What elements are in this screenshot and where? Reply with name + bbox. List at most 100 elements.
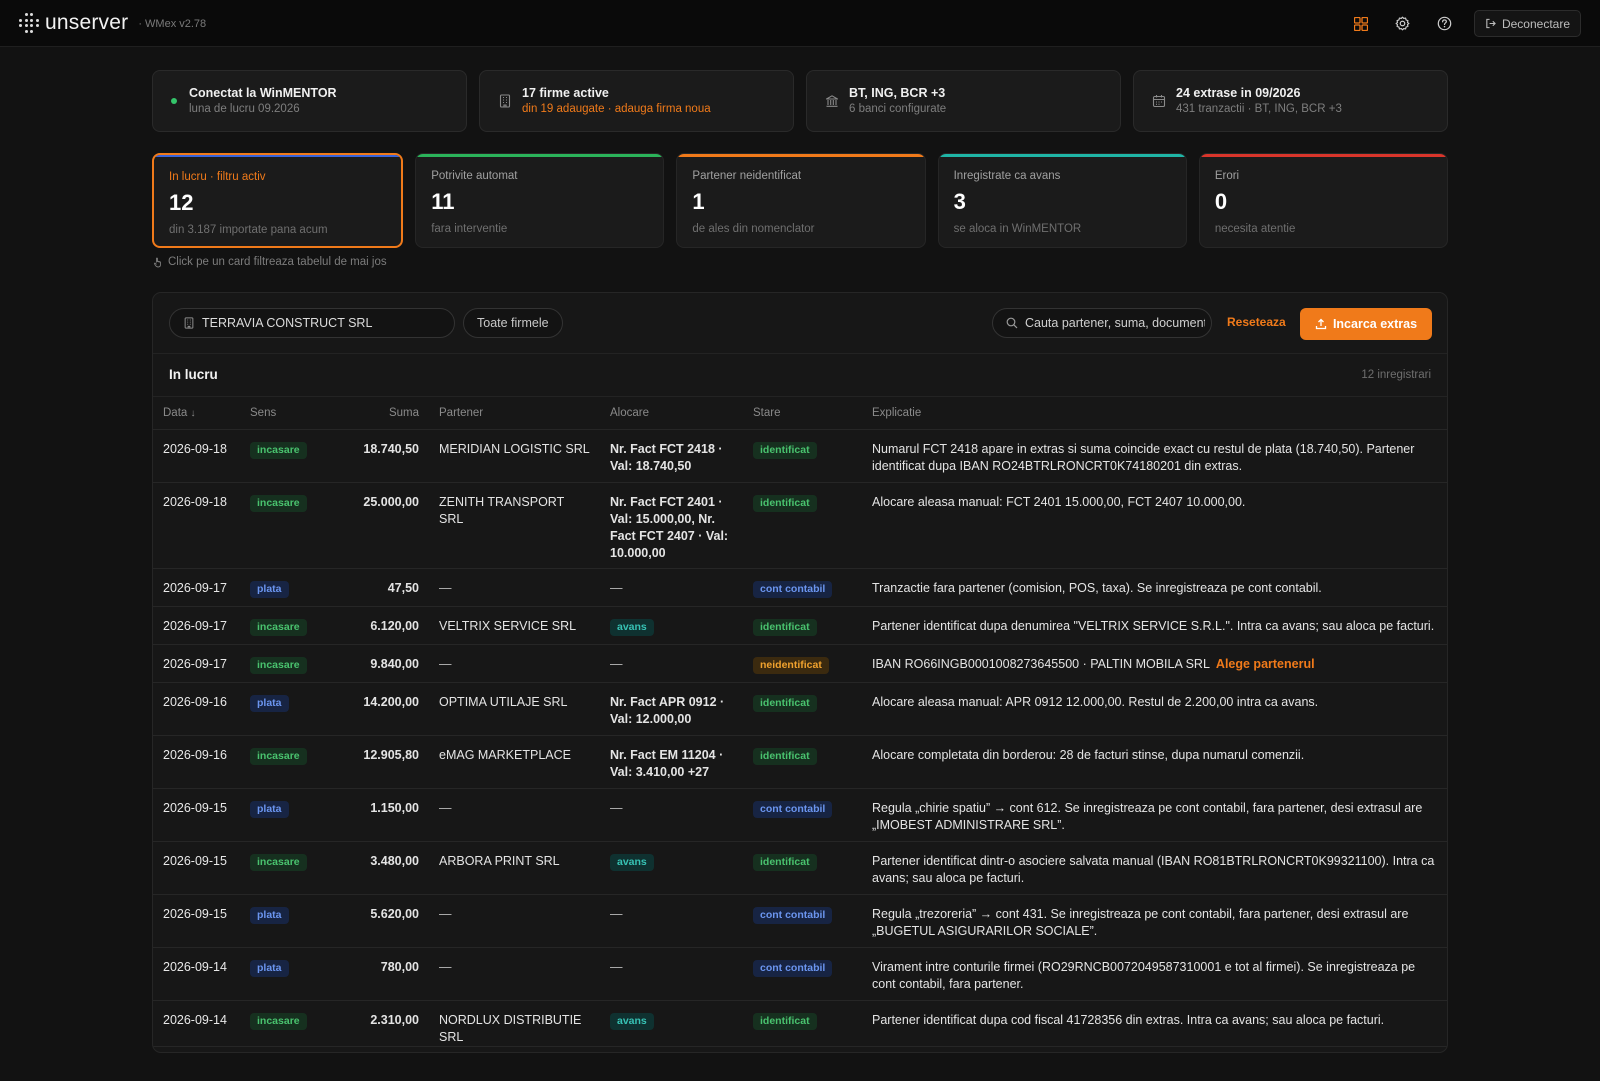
table-row[interactable]: 2026-09-17 incasare 6.120,00 VELTRIX SERVIC… xyxy=(153,606,1447,645)
cell-direction: plata xyxy=(240,568,328,607)
card-accent-bar xyxy=(1199,154,1448,157)
metric-sub: fara interventie xyxy=(431,223,508,235)
table-row[interactable]: 2026-09-16 plata 14.200,00 OPTIMA UTILAJE S… xyxy=(153,682,1447,736)
direction-badge: incasare xyxy=(250,656,307,674)
table-row[interactable]: 2026-09-16 incasare 12.905,80 eMAG MARKETPL… xyxy=(153,735,1447,789)
status-card-statements[interactable]: 24 extrase in 09/2026 431 tranzactii · B… xyxy=(1133,70,1448,132)
cell-partner: — xyxy=(429,788,600,842)
add-firm-link[interactable]: din 19 adaugate · adauga firma noua xyxy=(522,101,711,117)
cell-allocation: — xyxy=(600,894,743,948)
cell-amount: 9.840,00 xyxy=(328,644,429,683)
cell-amount: 6.120,00 xyxy=(328,606,429,645)
table-row[interactable]: 2026-09-17 plata 47,50— — cont contabil Tranz… xyxy=(153,568,1447,607)
cell-allocation: avans xyxy=(600,606,743,645)
table-row[interactable]: 2026-09-18 incasare 18.740,50 MERIDIAN LOGI… xyxy=(153,429,1447,483)
card-accent-bar xyxy=(416,154,664,157)
building-icon xyxy=(499,94,511,108)
metric-card-auto-matched[interactable]: Potrivite automat 11 fara interventie xyxy=(415,153,665,248)
all-firms-button[interactable]: Toate firmele xyxy=(463,308,563,338)
cell-direction: incasare xyxy=(240,606,328,645)
col-amount[interactable]: Suma xyxy=(328,397,429,430)
upload-statement-button[interactable]: Incarca extras xyxy=(1300,308,1432,340)
filter-hint-text: Click pe un card filtreaza tabelul de ma… xyxy=(168,256,387,268)
cell-date: 2026-09-15 xyxy=(153,841,240,895)
connected-dot-icon xyxy=(171,98,177,104)
logo[interactable]: unserver · WMex v2.78 xyxy=(19,11,207,34)
status-badge: identificat xyxy=(753,1012,817,1030)
card-accent-bar xyxy=(154,155,402,157)
metric-sub: din 3.187 importate pana acum xyxy=(169,224,328,236)
cell-direction: incasare xyxy=(240,429,328,483)
col-partner[interactable]: Partener xyxy=(429,397,600,430)
col-direction[interactable]: Sens xyxy=(240,397,328,430)
cell-direction: incasare xyxy=(240,482,328,569)
explanation-text: Virament intre conturile firmei (RO29RNC… xyxy=(872,959,1416,991)
search-box[interactable] xyxy=(992,308,1212,338)
reset-button[interactable]: Reseteaza xyxy=(1227,315,1286,329)
dashboard-grid-icon[interactable] xyxy=(1340,10,1382,37)
app-version: · WMex v2.78 xyxy=(138,18,207,30)
explanation-text: Alocare aleasa manual: APR 0912 12.000,0… xyxy=(872,694,1319,709)
metric-sub: se aloca in WinMENTOR xyxy=(953,223,1082,235)
status-sub: 431 tranzactii · BT, ING, BCR +3 xyxy=(1176,103,1342,115)
cell-status: identificat xyxy=(743,1000,862,1047)
cell-status: identificat xyxy=(743,735,862,789)
cell-explanation: Partener identificat dupa denumirea "VEL… xyxy=(862,606,1447,645)
status-card-banks[interactable]: BT, ING, BCR +3 6 banci configurate xyxy=(806,70,1121,132)
col-date[interactable]: Data ↓ xyxy=(153,397,240,430)
metric-card-advance[interactable]: Inregistrate ca avans 3 se aloca in WinM… xyxy=(937,153,1187,248)
logout-button[interactable]: Deconectare xyxy=(1473,10,1581,37)
cell-status: cont contabil xyxy=(743,568,862,607)
explanation-text: Alocare aleasa manual: FCT 2401 15.000,0… xyxy=(872,494,1246,509)
cell-partner: — xyxy=(429,644,600,683)
table-row[interactable]: 2026-09-15 incasare 3.480,00 ARBORA PRINT S… xyxy=(153,841,1447,895)
firm-select[interactable]: TERRAVIA CONSTRUCT SRL xyxy=(169,308,455,338)
status-cards: Conectat la WinMENTOR luna de lucru 09.2… xyxy=(152,70,1448,132)
cell-allocation: avans xyxy=(600,841,743,895)
status-badge: cont contabil xyxy=(753,959,833,977)
col-status[interactable]: Stare xyxy=(743,397,862,430)
status-card-firms[interactable]: 17 firme active din 19 adaugate · adauga… xyxy=(479,70,794,132)
cell-date: 2026-09-15 xyxy=(153,788,240,842)
table-row[interactable]: 2026-09-17 incasare 9.840,00— — neidentifica… xyxy=(153,644,1447,683)
metric-card-in-progress[interactable]: In lucru · filtru activ 12 din 3.187 imp… xyxy=(152,153,404,248)
top-actions: Deconectare xyxy=(1340,10,1581,37)
cell-allocation: Nr. Fact FCT 2401 · Val: 15.000,00, Nr. … xyxy=(600,482,743,569)
cell-allocation: Nr. Fact APR 0912 · Val: 12.000,00 xyxy=(600,682,743,736)
metric-value: 1 xyxy=(692,189,705,214)
brand-name: unserver xyxy=(45,11,129,34)
cell-explanation: Numarul FCT 2418 apare in extras si suma… xyxy=(862,429,1447,483)
help-icon[interactable] xyxy=(1424,10,1466,37)
status-badge: cont contabil xyxy=(753,800,833,818)
cell-status: identificat xyxy=(743,682,862,736)
metric-card-unidentified[interactable]: Partener neidentificat 1 de ales din nom… xyxy=(676,153,926,248)
upload-label: Incarca extras xyxy=(1332,317,1418,331)
cell-direction: plata xyxy=(240,947,328,1001)
table-row[interactable]: 2026-09-14 plata 780,00— — cont contabil Vira… xyxy=(153,947,1447,1001)
search-input[interactable] xyxy=(1025,316,1205,330)
transactions-panel: TERRAVIA CONSTRUCT SRL Toate firmele Res… xyxy=(152,292,1448,1053)
cell-amount: 5.620,00 xyxy=(328,894,429,948)
status-badge: identificat xyxy=(753,441,817,459)
table-row[interactable]: 2026-09-15 plata 1.150,00— — cont contabil Re… xyxy=(153,788,1447,842)
cell-direction: incasare xyxy=(240,735,328,789)
status-badge: cont contabil xyxy=(753,906,833,924)
metric-card-errors[interactable]: Erori 0 necesita atentie xyxy=(1198,153,1449,248)
explanation-text: Partener identificat dintr-o asociere sa… xyxy=(872,853,1435,885)
choose-partner-link[interactable]: Alege partenerul xyxy=(1216,657,1315,671)
cell-direction: incasare xyxy=(240,644,328,683)
cell-partner: MERIDIAN LOGISTIC SRL xyxy=(429,429,600,483)
cell-direction: incasare xyxy=(240,841,328,895)
record-count: 12 inregistrari xyxy=(1361,369,1431,381)
cell-partner: eMAG MARKETPLACE xyxy=(429,735,600,789)
col-allocation[interactable]: Alocare xyxy=(600,397,743,430)
table-row[interactable]: 2026-09-18 incasare 25.000,00 ZENITH TRANSP… xyxy=(153,482,1447,569)
table-row[interactable]: 2026-09-15 plata 5.620,00— — cont contabil Re… xyxy=(153,894,1447,948)
col-explanation[interactable]: Explicatie xyxy=(862,397,1447,430)
filter-hint: Click pe un card filtreaza tabelul de ma… xyxy=(153,256,387,268)
section-title: In lucru xyxy=(169,367,218,382)
table-row[interactable]: 2026-09-14 incasare 2.310,00 NORDLUX DISTRI… xyxy=(153,1000,1447,1047)
settings-gear-icon[interactable] xyxy=(1382,10,1424,37)
status-badge: identificat xyxy=(753,853,817,871)
cell-date: 2026-09-17 xyxy=(153,568,240,607)
